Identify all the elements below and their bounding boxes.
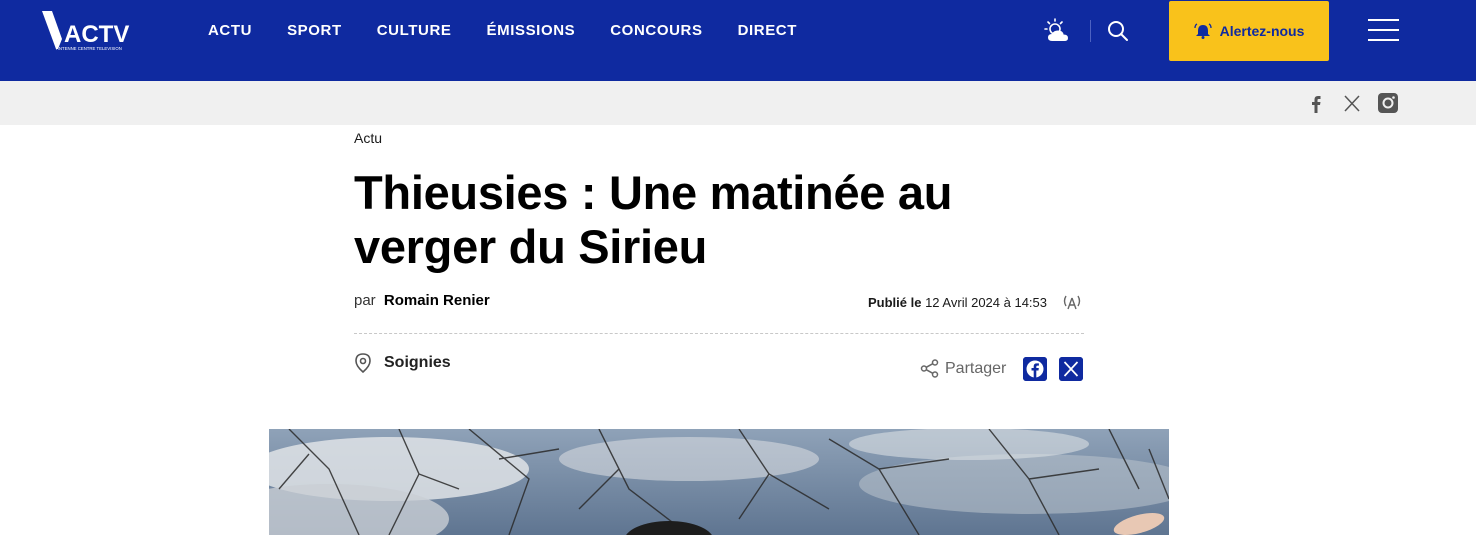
share-facebook-icon[interactable] [1023,357,1047,381]
share-x-icon[interactable] [1059,357,1083,381]
nav-concours[interactable]: CONCOURS [610,22,702,40]
share-label: Partager [945,359,1007,377]
weather-icon[interactable] [1044,18,1072,44]
logo-subtext: ANTENNE CENTRE TELEVISION [56,46,122,51]
byline: par Romain Renier [354,292,490,309]
x-icon[interactable] [1341,92,1363,114]
actv-logo[interactable]: ACTV ANTENNE CENTRE TELEVISION [42,9,132,53]
alert-us-label: Alertez-nous [1219,23,1305,39]
nav-emissions[interactable]: ÉMISSIONS [487,22,576,40]
share[interactable]: Partager [920,359,1006,378]
published-prefix: Publié le [867,295,922,310]
share-icon [920,359,939,378]
search-icon[interactable] [1106,19,1130,43]
top-navigation-bar: ACTV ANTENNE CENTRE TELEVISION ACTU SPOR… [0,0,1476,81]
nav-culture[interactable]: CULTURE [377,22,452,40]
nav-direct[interactable]: DIRECT [738,22,797,40]
location: Soignies [354,353,451,373]
main-nav: ACTU SPORT CULTURE ÉMISSIONS CONCOURS DI… [208,22,832,40]
facebook-icon[interactable] [1305,92,1327,114]
published-datetime: 12 Avril 2024 à 14:53 [925,295,1047,310]
breadcrumb-category[interactable]: Actu [354,130,382,146]
nav-actu[interactable]: ACTU [208,22,252,40]
location-pin-icon [355,353,371,373]
instagram-icon[interactable] [1377,92,1399,114]
logo-text: ACTV [64,21,129,48]
published-date: Publié le 12 Avril 2024 à 14:53 [868,295,1047,310]
location-label[interactable]: Soignies [384,354,451,372]
author-name[interactable]: Romain Renier [384,292,490,309]
menu-icon[interactable] [1368,19,1399,43]
header-divider [1090,20,1091,42]
alert-us-button[interactable]: Alertez-nous [1169,1,1329,61]
article-title: Thieusies : Une matinée au verger du Sir… [354,166,953,273]
divider [354,333,1084,334]
article-hero-image [269,429,1169,535]
nav-sport[interactable]: SPORT [287,22,342,40]
broadcast-icon [1063,295,1081,310]
byline-prefix: par [354,292,376,309]
social-bar [0,81,1476,125]
bell-icon [1193,23,1212,39]
